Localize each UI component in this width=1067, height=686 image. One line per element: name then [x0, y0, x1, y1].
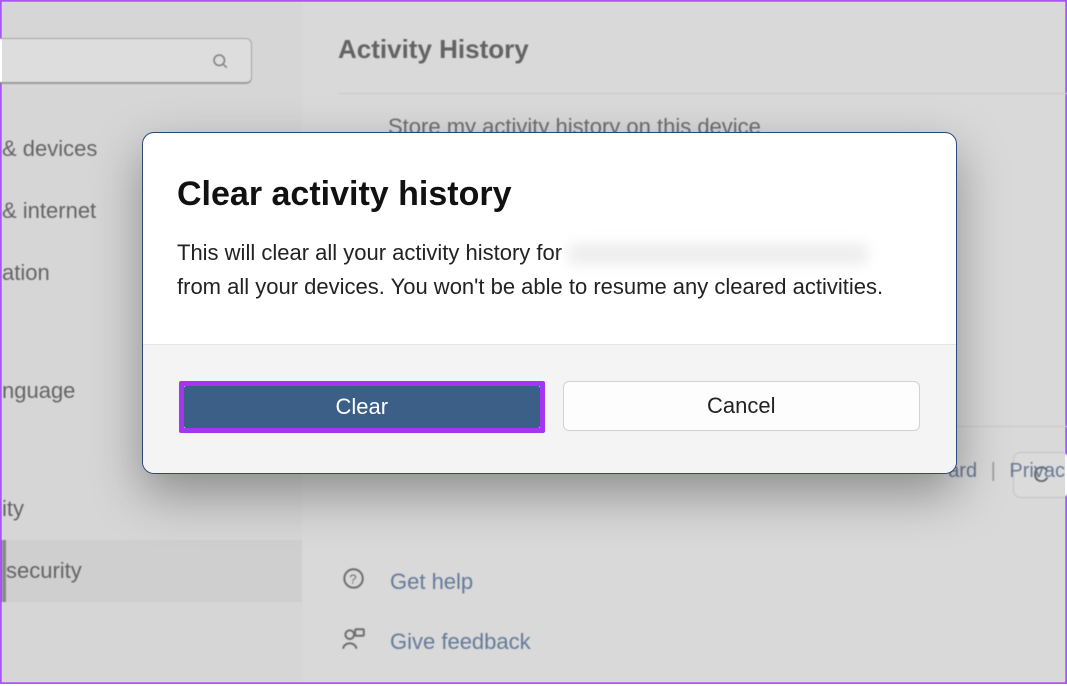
dialog-title: Clear activity history: [177, 175, 916, 214]
dialog-text-after: from all your devices. You won't be able…: [177, 274, 883, 299]
clear-button[interactable]: Clear: [184, 386, 540, 428]
dialog-text-before: This will clear all your activity histor…: [177, 240, 568, 265]
dialog-actions: Clear Cancel: [143, 344, 956, 473]
clear-button-highlight: Clear: [179, 381, 545, 433]
dialog-body: Clear activity history This will clear a…: [143, 133, 956, 344]
redacted-account: [568, 243, 868, 265]
dialog-message: This will clear all your activity histor…: [177, 236, 916, 304]
cancel-button[interactable]: Cancel: [563, 381, 921, 431]
clear-activity-dialog: Clear activity history This will clear a…: [142, 132, 957, 474]
